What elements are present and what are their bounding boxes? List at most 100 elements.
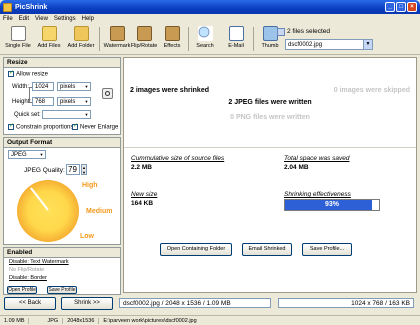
quality-label: JPEG Quality: [24,167,65,174]
add-files-button[interactable]: Add Files [33,25,65,53]
menu-bar: File Edit View Settings Help [0,14,420,23]
dial-low-label: Low [80,233,94,240]
lock-aspect-button[interactable] [102,88,113,99]
status-bar: 1.09 MB JPG 2048x1536 E:\parveen work\pi… [0,315,420,325]
checkbox-icon [8,69,14,77]
enabled-group: Enabled Disable: Text Watermark No Flip/… [3,247,121,295]
files-selected-text: 2 files selected [287,28,330,35]
open-profile-button[interactable]: Open Profile [7,286,37,294]
menu-settings[interactable]: Settings [54,16,76,22]
disable-watermark-link[interactable]: Disable: Text Watermark [9,259,69,265]
save-profile-button[interactable]: Save Profile... [302,243,352,256]
flip-rotate-icon [136,26,152,41]
enabled-header: Enabled [4,248,120,258]
files-icon [277,28,285,36]
quality-spinner[interactable]: ▲ ▼ [81,164,87,175]
disable-border-link[interactable]: Disable: Border [9,275,47,281]
thumb-label: Thumb [261,43,279,49]
app-icon [3,2,12,12]
status-path: E:\parveen work\pictures\dscf0002.jpg [103,317,197,324]
open-containing-folder-button[interactable]: Open Containing Folder [160,243,232,256]
effectiveness-value: 93% [324,201,339,208]
resize-group: Resize Allow resize Width: 1024 pixels▼ … [3,57,121,135]
menu-edit[interactable]: Edit [19,16,29,22]
search-icon [197,26,213,41]
constrain-checkbox[interactable]: Constrain proportions [8,122,73,131]
source-info-bar: dscf0002.jpg / 2048 x 1536 / 1.09 MB [119,298,271,308]
back-button[interactable]: << Back [4,297,56,310]
images-skipped-text: 0 images were skipped [333,87,410,94]
add-folder-button[interactable]: Add Folder [63,25,99,53]
quality-input[interactable]: 79 [66,164,80,175]
single-file-label: Single File [5,43,31,49]
effectiveness-progress-bar: 93% [284,199,380,211]
allow-resize-checkbox[interactable]: Allow resize [8,69,48,78]
jpeg-written-text: 2 JPEG files were written [228,99,312,106]
new-size-label: New size [131,191,158,198]
add-files-label: Add Files [37,43,61,49]
title-bar: PicShrink _ □ × [0,0,420,14]
never-enlarge-checkbox[interactable]: Never Enlarge [72,122,119,131]
height-unit-select[interactable]: pixels ▼ [57,97,91,106]
output-format-header: Output Format [4,138,120,148]
maximize-button[interactable]: □ [396,2,406,12]
menu-view[interactable]: View [35,16,48,22]
search-label: Search [196,43,214,49]
height-unit-value: pixels [60,99,76,105]
add-folder-icon [73,26,89,41]
chevron-down-icon: ▼ [84,84,89,89]
flip-rotate-status: No Flip/Rotate [9,267,45,273]
single-file-button[interactable]: Single File [2,25,34,53]
file-select-dropdown[interactable]: dscf0002.jpg ▼ [285,39,373,50]
checkbox-icon [8,122,14,130]
png-written-text: 0 PNG files were written [230,114,310,121]
chevron-down-icon: ▼ [84,112,89,117]
minimize-button[interactable]: _ [385,2,395,12]
never-enlarge-label: Never Enlarge [80,124,119,131]
images-shrinked-text: 2 images were shrinked [130,87,209,94]
window-title: PicShrink [15,3,48,11]
width-input[interactable]: 1024 [32,82,54,91]
cumulative-size-value: 2.2 MB [131,164,152,171]
add-folder-label: Add Folder [67,43,95,49]
height-input[interactable]: 768 [32,97,54,106]
link-bracket [29,87,32,103]
email-button[interactable]: E-Mail [220,25,252,53]
dial-high-label: High [82,182,98,189]
output-format-group: Output Format JPEG ▼ JPEG Quality: 79 ▲ ▼ … [3,137,121,245]
flip-rotate-label: Flip/Rotate [130,43,158,49]
chevron-down-icon: ▼ [39,152,44,157]
email-shrinked-button[interactable]: Email Shrinked [242,243,292,256]
single-file-icon [10,26,26,41]
effectiveness-label: Shrinking effectiveness [284,191,351,198]
effects-button[interactable]: Effects [156,25,188,53]
effects-icon [164,26,180,41]
divider [124,147,416,148]
quality-dial[interactable] [17,180,79,242]
search-button[interactable]: Search [189,25,221,53]
chain-icon [105,91,110,96]
close-button[interactable]: × [407,2,417,12]
thumb-icon [262,26,278,41]
email-label: E-Mail [228,43,244,49]
shrink-button[interactable]: Shrink >> [61,297,113,310]
resize-header: Resize [4,58,120,68]
width-label: Width: [12,84,30,90]
save-profile-mini-button[interactable]: Save Profile [47,286,77,294]
menu-help[interactable]: Help [82,16,94,22]
quick-set-select[interactable]: ▼ [42,110,91,119]
chevron-down-icon[interactable]: ▼ [363,40,372,49]
menu-file[interactable]: File [3,16,13,22]
checkbox-icon [72,122,78,130]
format-select[interactable]: JPEG ▼ [8,150,46,159]
add-files-icon [41,26,57,41]
results-panel: 2 images were shrinked 0 images were ski… [123,57,417,293]
watermark-icon [109,26,125,41]
width-unit-select[interactable]: pixels ▼ [57,82,91,91]
output-info-bar: 1024 x 768 / 163 KB [278,298,414,308]
dial-needle [30,187,49,211]
dial-medium-label: Medium [86,208,113,215]
space-saved-label: Total space was saved [284,155,350,162]
quick-set-label: Quick set: [14,112,41,118]
format-value: JPEG [11,152,27,158]
